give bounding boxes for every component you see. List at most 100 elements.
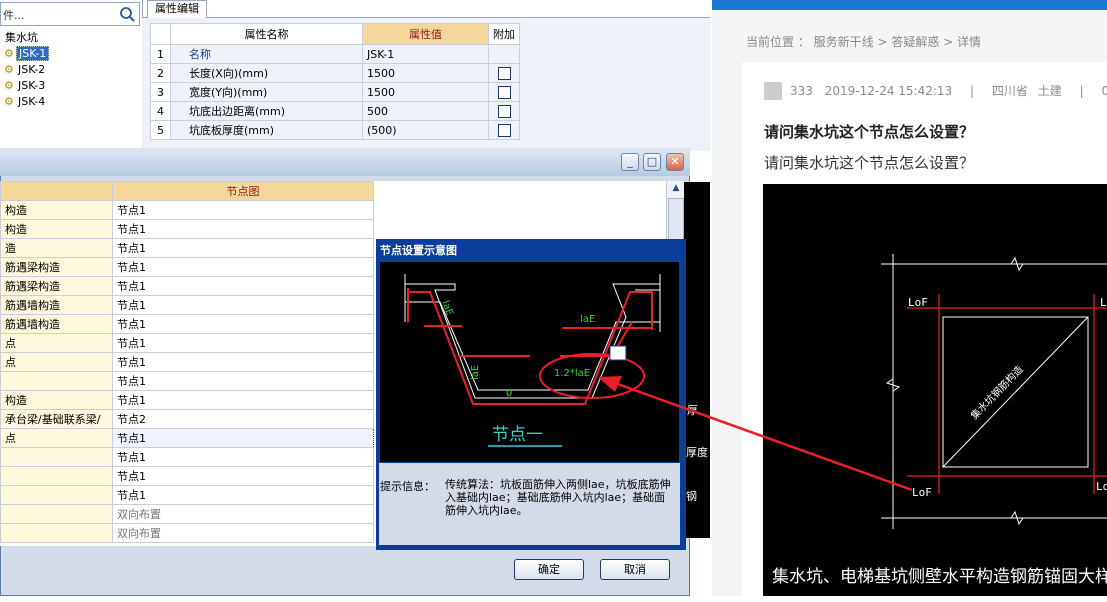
row-number: 1	[150, 44, 171, 64]
row-node[interactable]: 节点1	[112, 485, 374, 505]
dialog-titlebar[interactable]	[0, 148, 690, 176]
row-node[interactable]: 双向布置	[112, 504, 374, 524]
row-node[interactable]: 节点1	[112, 257, 374, 277]
scroll-thumb[interactable]	[668, 198, 684, 240]
cad-drawing-image[interactable]: LoF L LoF Lo 集水坑钢筋构造	[763, 184, 1107, 596]
ok-button[interactable]: 确定	[514, 559, 584, 580]
extra-checkbox[interactable]	[497, 123, 511, 137]
row-value[interactable]: 1500	[362, 82, 489, 102]
table-row[interactable]: 造节点1	[0, 238, 374, 258]
table-row[interactable]: 承台梁/基础联系梁/节点2	[0, 409, 374, 429]
table-row[interactable]: 筋遇梁构造 节点1	[0, 257, 374, 277]
row-setting	[0, 485, 113, 505]
row-node[interactable]: 节点1	[112, 314, 374, 334]
tree-item-jsk-4[interactable]: ⚙ JSK-4	[4, 94, 47, 109]
table-row[interactable]: 构造 节点1	[0, 390, 374, 410]
row-node[interactable]: 节点1	[112, 428, 374, 448]
row-number: 2	[150, 63, 171, 83]
table-row[interactable]: 节点1	[0, 485, 374, 505]
row-extra	[488, 120, 520, 140]
extra-checkbox[interactable]	[497, 104, 511, 118]
row-node[interactable]: 节点1	[112, 238, 374, 258]
header-node-diagram: 节点图	[112, 181, 374, 201]
question-meta: 333 2019-12-24 15:42:13 | 四川省 土建 | 0查	[764, 82, 1107, 99]
cad-label-lof-top-right: L	[1100, 296, 1107, 309]
row-node[interactable]: 节点1	[112, 390, 374, 410]
row-node[interactable]: 节点1	[112, 333, 374, 353]
row-extra	[488, 63, 520, 83]
scroll-up-icon[interactable]: ▲	[667, 181, 685, 195]
row-value[interactable]: 1500	[362, 63, 489, 83]
table-row[interactable]: 筋遇梁构造 节点1	[0, 276, 374, 296]
header-setting	[0, 181, 113, 201]
row-name: 长度(X向)(mm)	[170, 63, 363, 83]
row-node[interactable]: 节点1	[112, 200, 374, 220]
table-row[interactable]: 双向布置	[0, 523, 374, 543]
cad-label-lof-top-left: LoF	[908, 296, 928, 309]
row-node[interactable]: 节点1	[112, 466, 374, 486]
row-value[interactable]: JSK-1	[362, 44, 489, 64]
table-row[interactable]: 构造 节点1	[0, 219, 374, 239]
question-title: 请问集水坑这个节点怎么设置？	[764, 123, 975, 141]
cad-label-lof-bottom-right: Lo	[1096, 480, 1107, 493]
row-setting	[0, 523, 113, 543]
row-value[interactable]: 500	[362, 101, 489, 121]
row-node[interactable]: 节点1	[112, 295, 374, 315]
table-row[interactable]: 点节点1	[0, 333, 374, 353]
table-row[interactable]: 2 长度(X向)(mm) 1500	[150, 63, 520, 83]
post-datetime: 2019-12-24 15:42:13	[824, 84, 953, 98]
row-node[interactable]: 节点1	[112, 371, 374, 391]
tree-item-jsk-2[interactable]: ⚙ JSK-2	[4, 62, 47, 77]
table-row[interactable]: 1 名称 JSK-1	[150, 44, 520, 64]
row-node[interactable]: 节点1	[112, 352, 374, 372]
table-row[interactable]: 4 坑底出边距离(mm) 500	[150, 101, 520, 121]
post-location: 四川省	[991, 84, 1028, 98]
tree-root[interactable]: 集水坑	[3, 30, 40, 45]
strip-label: 厚度	[686, 446, 708, 459]
meta-separator: |	[1079, 84, 1084, 98]
table-row[interactable]: 节点1	[0, 466, 374, 486]
minimize-button[interactable]: _	[621, 153, 639, 171]
node-diagram-svg: laE laE laE 1.2*laE 0 节点一	[404, 274, 661, 447]
breadcrumb[interactable]: 当前位置 ： 服务新干线 > 答疑解惑 > 详情	[746, 33, 981, 50]
tree-item-jsk-3[interactable]: ⚙ JSK-3	[4, 78, 47, 93]
extra-checkbox[interactable]	[497, 85, 511, 99]
table-row[interactable]: 筋遇墙构造 节点1	[0, 295, 374, 315]
row-node[interactable]: 节点1	[112, 447, 374, 467]
search-icon[interactable]	[117, 5, 137, 23]
row-name: 宽度(Y向)(mm)	[170, 82, 363, 102]
row-setting	[0, 504, 113, 524]
table-row[interactable]: 5 坑底板厚度(mm) (500)	[150, 120, 520, 140]
row-node[interactable]: 节点1	[112, 276, 374, 296]
table-row[interactable]: 节点1	[0, 447, 374, 467]
table-row[interactable]: 筋遇墙构造 节点1	[0, 314, 374, 334]
cancel-button[interactable]: 取消	[600, 559, 670, 580]
extra-checkbox[interactable]	[497, 66, 511, 80]
row-node[interactable]: 节点2	[112, 409, 374, 429]
row-number: 5	[150, 120, 171, 140]
tree-item-jsk-1[interactable]: ⚙ JSK-1	[4, 46, 50, 61]
table-row[interactable]: 节点1	[0, 371, 374, 391]
table-row[interactable]: 双向布置	[0, 504, 374, 524]
table-row[interactable]: 3 宽度(Y向)(mm) 1500	[150, 82, 520, 102]
post-category: 土建	[1037, 84, 1062, 98]
tab-property-edit[interactable]: 属性编辑	[147, 0, 207, 18]
table-row[interactable]: 构造 节点1	[0, 200, 374, 220]
table-row-selected[interactable]: 点节点1	[0, 428, 374, 448]
row-node[interactable]: 双向布置	[112, 523, 374, 543]
table-row[interactable]: 点节点1	[0, 352, 374, 372]
cad-diagonal-label: 集水坑钢筋构造	[968, 363, 1026, 422]
diagram-label-lae: laE	[470, 365, 481, 380]
gear-icon: ⚙	[4, 47, 14, 60]
row-setting: 造	[0, 238, 113, 258]
tree-search-input[interactable]: 件...	[0, 2, 140, 26]
popup-title: 节点设置示意图	[380, 244, 457, 257]
maximize-button[interactable]: □	[643, 153, 661, 171]
row-node[interactable]: 节点1	[112, 219, 374, 239]
node-diagram: laE laE laE 1.2*laE 0 节点一	[380, 262, 679, 462]
close-button[interactable]: ✕	[666, 153, 684, 171]
user-name[interactable]: 333	[790, 84, 813, 98]
row-setting: 筋遇梁构造	[0, 276, 113, 296]
row-name: 坑底出边距离(mm)	[170, 101, 363, 121]
row-value[interactable]: (500)	[362, 120, 489, 140]
